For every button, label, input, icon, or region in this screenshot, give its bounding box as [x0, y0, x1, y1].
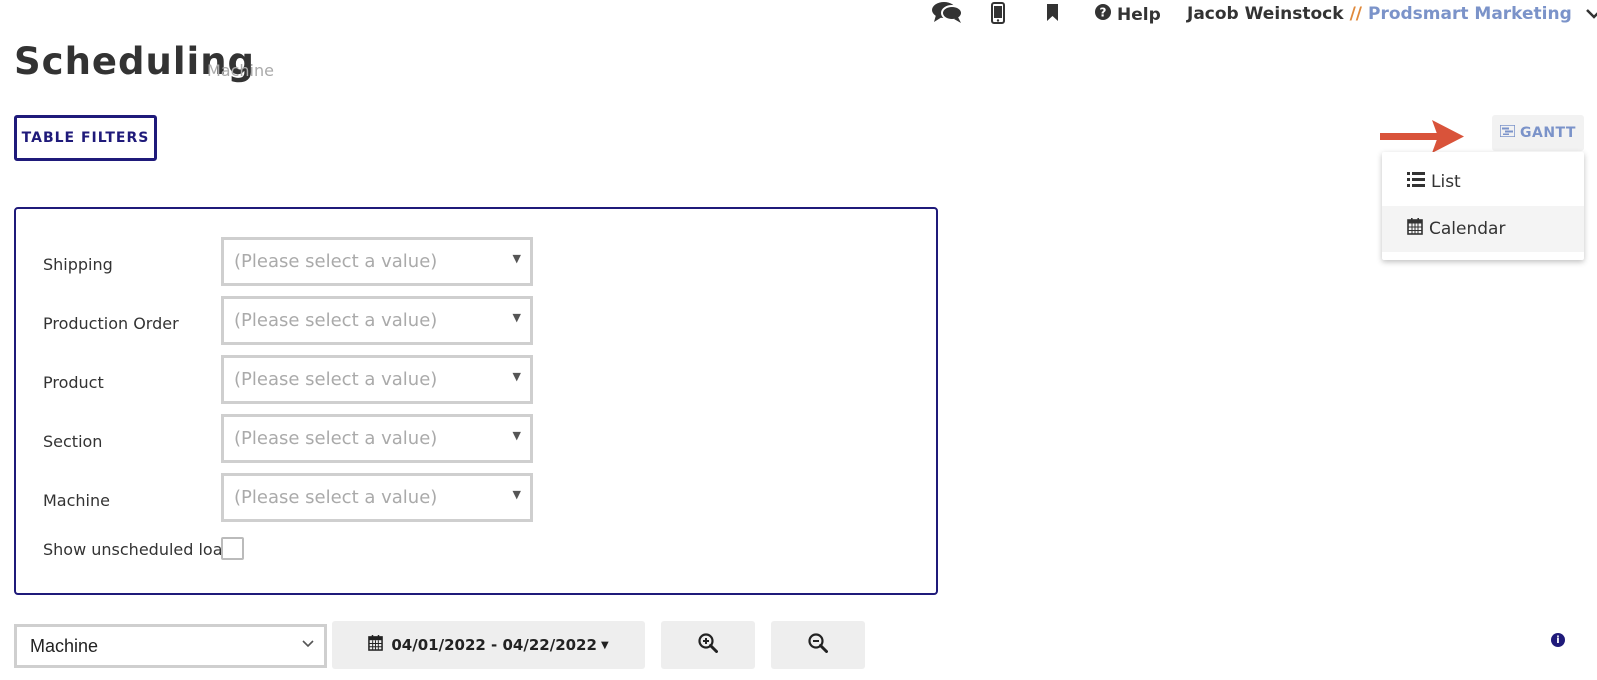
- machine-select[interactable]: (Please select a value) ▼: [221, 473, 533, 522]
- production-order-placeholder: (Please select a value): [234, 310, 438, 331]
- caret-down-icon: ▼: [512, 488, 521, 501]
- caret-down-icon: ▼: [512, 311, 521, 324]
- section-placeholder: (Please select a value): [234, 428, 438, 449]
- caret-down-icon: ▼: [512, 370, 521, 383]
- production-order-select[interactable]: (Please select a value) ▼: [221, 296, 533, 345]
- shipping-placeholder: (Please select a value): [234, 251, 438, 272]
- shipping-select[interactable]: (Please select a value) ▼: [221, 237, 533, 286]
- help-label: Help: [1117, 4, 1161, 25]
- mobile-icon[interactable]: [991, 2, 1005, 28]
- view-dropdown-menu: List Calendar: [1382, 152, 1584, 260]
- page-subtitle: Machine: [207, 61, 274, 80]
- product-placeholder: (Please select a value): [234, 369, 438, 390]
- chevron-down-icon: [302, 636, 314, 652]
- menu-item-list-label: List: [1431, 172, 1461, 192]
- menu-item-calendar-label: Calendar: [1429, 219, 1506, 239]
- user-menu[interactable]: Jacob Weinstock // Prodsmart Marketing: [1187, 4, 1597, 24]
- chevron-down-icon: [1585, 4, 1597, 24]
- menu-item-calendar[interactable]: Calendar: [1382, 206, 1584, 252]
- shipping-label: Shipping: [43, 255, 113, 274]
- date-range-value: 04/01/2022 - 04/22/2022: [391, 636, 597, 654]
- calendar-icon: [368, 635, 384, 655]
- zoom-out-icon: [808, 633, 828, 657]
- zoom-in-icon: [698, 633, 718, 657]
- section-label: Section: [43, 432, 103, 451]
- gantt-label: GANTT: [1520, 125, 1576, 141]
- calendar-icon: [1407, 218, 1423, 240]
- zoom-in-button[interactable]: [661, 621, 755, 669]
- caret-down-icon: ▼: [512, 429, 521, 442]
- product-select[interactable]: (Please select a value) ▼: [221, 355, 533, 404]
- company-name: Prodsmart Marketing: [1367, 4, 1572, 24]
- list-icon: [1407, 172, 1425, 192]
- question-circle-icon: ?: [1095, 4, 1111, 25]
- info-icon[interactable]: i: [1551, 633, 1565, 647]
- table-filters-button[interactable]: TABLE FILTERS: [14, 115, 157, 161]
- bookmark-icon[interactable]: [1046, 4, 1059, 25]
- caret-down-icon: ▼: [600, 639, 609, 651]
- user-separator: //: [1349, 4, 1362, 24]
- help-link[interactable]: ? Help: [1095, 4, 1161, 25]
- gantt-view-button[interactable]: GANTT: [1492, 115, 1584, 151]
- gantt-icon: [1499, 124, 1516, 141]
- show-unscheduled-label: Show unscheduled load: [43, 540, 233, 559]
- section-select[interactable]: (Please select a value) ▼: [221, 414, 533, 463]
- caret-down-icon: ▼: [512, 252, 521, 265]
- product-label: Product: [43, 373, 104, 392]
- group-by-value: Machine: [30, 635, 99, 656]
- user-name: Jacob Weinstock: [1187, 4, 1344, 24]
- machine-label: Machine: [43, 491, 110, 510]
- svg-text:?: ?: [1100, 6, 1107, 20]
- group-by-select[interactable]: Machine: [14, 624, 327, 668]
- menu-item-list[interactable]: List: [1382, 159, 1584, 205]
- show-unscheduled-checkbox[interactable]: [221, 537, 244, 560]
- production-order-label: Production Order: [43, 314, 179, 333]
- machine-placeholder: (Please select a value): [234, 487, 438, 508]
- zoom-out-button[interactable]: [771, 621, 865, 669]
- date-range-button[interactable]: 04/01/2022 - 04/22/2022 ▼: [332, 621, 645, 669]
- chat-icon[interactable]: [931, 0, 963, 28]
